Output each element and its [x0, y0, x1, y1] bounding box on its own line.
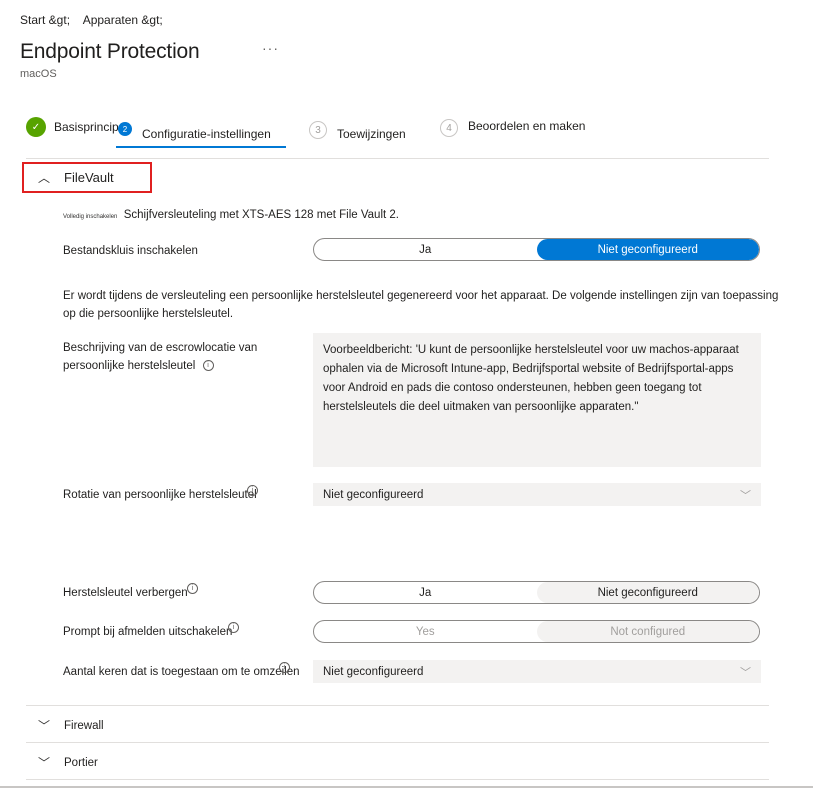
toggle-option-not-configured: Not configured: [536, 621, 759, 642]
breadcrumb-devices[interactable]: Apparaten &gt;: [83, 13, 163, 27]
toggle-option-yes[interactable]: Ja: [314, 239, 537, 260]
step-label: Beoordelen en maken: [468, 119, 586, 133]
dropdown-value: Niet geconfigureerd: [323, 665, 424, 678]
divider: [26, 705, 769, 706]
info-icon[interactable]: i: [247, 485, 258, 496]
step-review-create[interactable]: 4 Beoordelen en maken: [440, 119, 585, 137]
step-assignments[interactable]: 3 Toewijzingen: [309, 119, 406, 141]
breadcrumb: Start &gt; Apparaten &gt;: [20, 13, 173, 27]
breadcrumb-start[interactable]: Start &gt;: [20, 13, 70, 27]
active-step-indicator: [116, 146, 286, 148]
enable-description-text: Schijfversleuteling met XTS-AES 128 met …: [123, 209, 399, 221]
toggle-option-yes[interactable]: Ja: [314, 582, 537, 603]
chevron-down-icon: ﹀: [37, 719, 50, 733]
escrow-label: Beschrijving van de escrowlocatie van pe…: [63, 339, 313, 375]
chevron-down-icon: ﹀: [37, 756, 50, 770]
section-firewall-header[interactable]: ﹀ Firewall: [36, 717, 104, 734]
setting-label: Aantal keren dat is toegestaan om te omz…: [63, 666, 300, 678]
toggle-option-not-configured[interactable]: Niet geconfigureerd: [536, 239, 759, 260]
check-circle-icon: ✓: [26, 117, 46, 137]
escrow-description-input[interactable]: Voorbeeldbericht: 'U kunt de persoonlijk…: [313, 333, 761, 467]
enable-description: Volledig inschakelen Schijfversleuteling…: [63, 207, 399, 221]
divider: [26, 158, 769, 159]
enable-filevault-toggle[interactable]: Ja Niet geconfigureerd: [313, 238, 760, 261]
chevron-up-icon: ︿: [37, 171, 50, 185]
step-number-icon: 4: [440, 119, 458, 137]
hide-recovery-key-toggle[interactable]: Ja Niet geconfigureerd: [313, 581, 760, 604]
bottom-border: [0, 786, 813, 788]
disable-prompt-toggle: Yes Not configured: [313, 620, 760, 643]
rotation-dropdown[interactable]: Niet geconfigureerd ﹀: [313, 483, 761, 506]
info-icon[interactable]: i: [228, 622, 239, 633]
step-basics[interactable]: ✓ Basisprincipes: [26, 117, 131, 137]
toggle-option-yes: Yes: [415, 625, 435, 638]
divider: [26, 779, 769, 780]
step-label: Configuratie-instellingen: [142, 127, 271, 141]
setting-label: Herstelsleutel verbergen: [63, 587, 188, 599]
recovery-key-info: Er wordt tijdens de versleuteling een pe…: [63, 290, 779, 320]
info-icon[interactable]: i: [187, 583, 198, 594]
setting-label: Prompt bij afmelden uitschakelen: [63, 626, 233, 638]
divider: [26, 742, 769, 743]
more-options-button[interactable]: ···: [262, 40, 279, 56]
setting-label: Beschrijving van de escrowlocatie van pe…: [63, 342, 258, 372]
step-number-icon: 2: [118, 122, 132, 136]
page-subtitle: macOS: [20, 68, 57, 80]
page-title: Endpoint Protection: [20, 40, 200, 63]
step-label: Toewijzingen: [337, 127, 406, 141]
section-filevault-header[interactable]: ︿ FileVault: [22, 162, 152, 193]
chevron-down-icon: ﹀: [740, 666, 751, 679]
dropdown-value: Niet geconfigureerd: [323, 488, 424, 501]
toggle-option-not-configured[interactable]: Niet geconfigureerd: [536, 582, 759, 603]
section-label: Portier: [64, 756, 98, 769]
section-label: Firewall: [64, 719, 104, 732]
chevron-down-icon: ﹀: [740, 489, 751, 502]
section-gatekeeper-header[interactable]: ﹀ Portier: [36, 754, 98, 771]
bypass-count-dropdown[interactable]: Niet geconfigureerd ﹀: [313, 660, 761, 683]
enable-small-label: Volledig inschakelen: [63, 214, 118, 220]
step-number-icon: 3: [309, 121, 327, 139]
info-icon[interactable]: i: [202, 360, 214, 372]
info-icon[interactable]: i: [279, 662, 290, 673]
setting-label: Rotatie van persoonlijke herstelsleutel: [63, 489, 257, 501]
section-label: FileVault: [64, 170, 114, 185]
step-configuration[interactable]: 2 Configuratie-instellingen: [118, 117, 271, 141]
setting-label: Bestandskluis inschakelen: [63, 245, 198, 257]
